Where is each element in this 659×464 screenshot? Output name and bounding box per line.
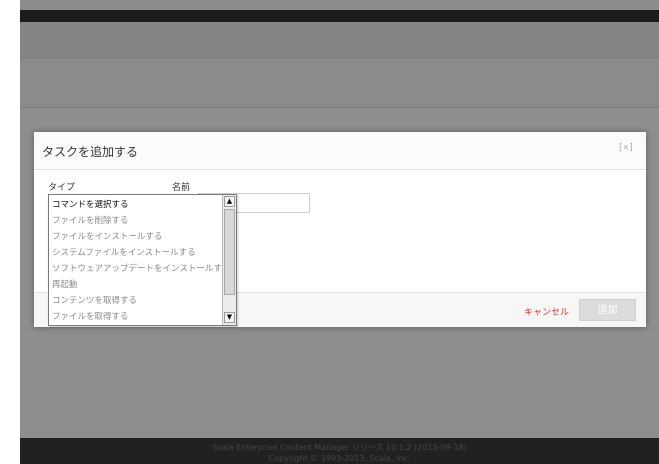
dialog-title: タスクを追加する: [42, 145, 139, 159]
name-label: 名前: [172, 183, 191, 193]
type-options-list: コマンドを選択する ファイルを削除する ファイルをインストールする システムファイルを…: [49, 197, 230, 325]
type-select-dropdown[interactable]: コマンドを選択する ファイルを削除する ファイルをインストールする システムファイルを…: [48, 194, 237, 326]
scroll-down-arrow-icon[interactable]: ▼: [224, 312, 235, 323]
type-option[interactable]: ファイルをインストールする: [49, 229, 222, 245]
cancel-button[interactable]: キャンセル: [524, 305, 569, 318]
type-option[interactable]: ファイルを取得する: [49, 309, 222, 325]
dialog-header: タスクを追加する [×]: [34, 132, 646, 170]
type-option[interactable]: ファイルを削除する: [49, 213, 222, 229]
dropdown-scrollbar[interactable]: ▲ ▼: [222, 195, 236, 325]
type-option[interactable]: システムファイルをインストールする: [49, 245, 222, 261]
scrollbar-thumb[interactable]: [224, 209, 235, 295]
type-option[interactable]: ソフトウェアアップデートをインストールする: [49, 261, 230, 277]
type-option[interactable]: コマンドを選択する: [49, 197, 222, 213]
add-button[interactable]: 追加: [579, 299, 636, 321]
close-icon[interactable]: [×]: [618, 143, 634, 153]
type-label: タイプ: [48, 183, 76, 193]
type-option[interactable]: 再起動: [49, 277, 222, 293]
type-option[interactable]: コンテンツを取得する: [49, 293, 222, 309]
scroll-up-arrow-icon[interactable]: ▲: [224, 196, 235, 207]
